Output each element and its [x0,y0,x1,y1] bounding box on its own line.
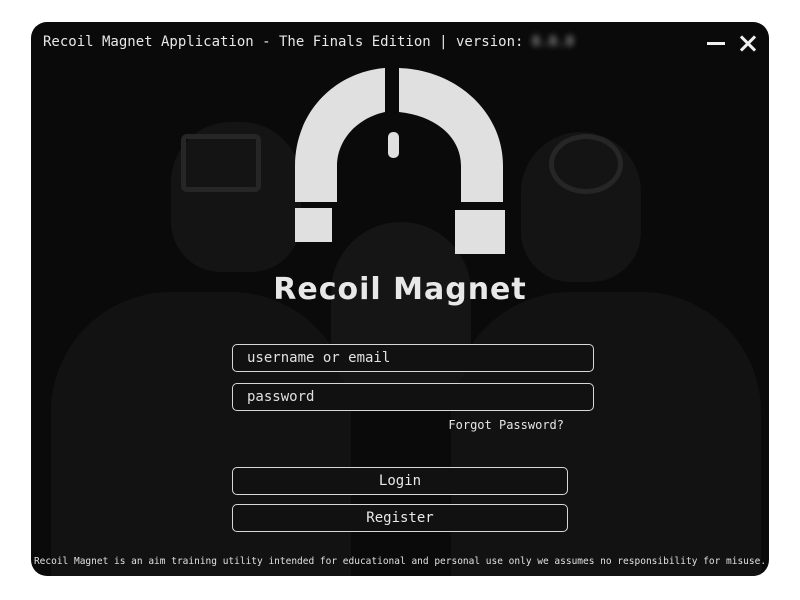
background-mask-circle [549,134,623,194]
username-input[interactable] [232,344,594,372]
register-button[interactable]: Register [232,504,568,532]
app-title: Recoil Magnet [273,272,527,307]
window-title-text: Recoil Magnet Application - The Finals E… [43,34,532,50]
window-title: Recoil Magnet Application - The Finals E… [43,34,574,50]
login-button[interactable]: Login [232,467,568,495]
close-icon[interactable] [737,32,759,54]
background-figure-right [451,292,761,576]
password-input[interactable] [232,383,594,411]
app-window: Recoil Magnet Application - The Finals E… [31,22,769,576]
magnet-mouse-logo-icon [295,68,505,254]
forgot-password-link[interactable]: Forgot Password? [448,418,564,432]
version-value: 0.0.0 [531,34,575,50]
disclaimer-text: Recoil Magnet is an aim training utility… [33,556,767,567]
minimize-icon[interactable] [705,32,727,54]
background-mask-square [181,134,261,192]
background-figure-left [51,292,351,576]
